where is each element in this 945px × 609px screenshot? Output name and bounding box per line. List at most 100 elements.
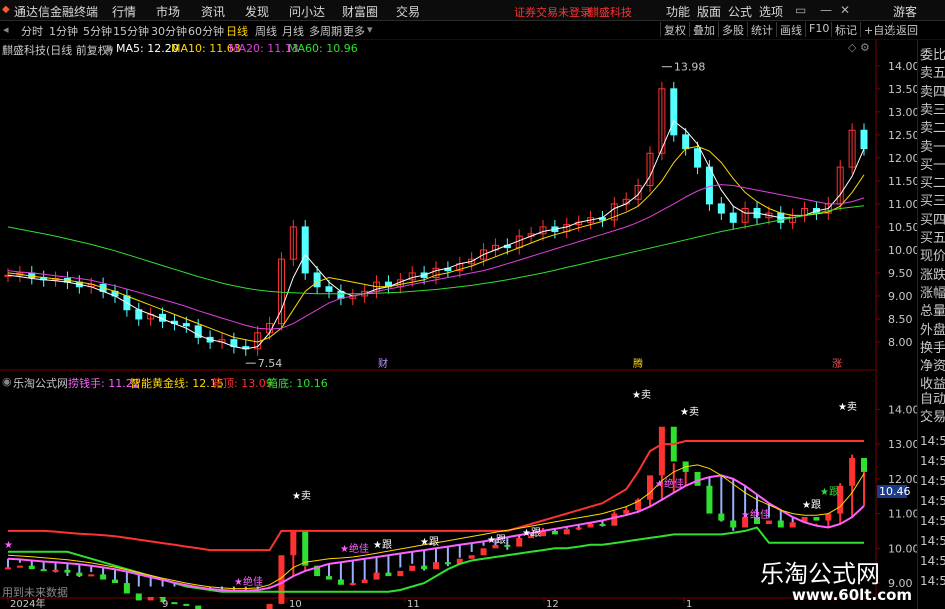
sell-signal: ★卖 <box>292 490 311 502</box>
sub-candle <box>516 537 523 547</box>
sub-candle <box>112 579 118 584</box>
trade-time: 14:56 <box>920 514 945 528</box>
trade-time: 14:56 <box>920 474 945 488</box>
follow-signal: ★跟 <box>420 536 439 548</box>
quote-field-label: 卖一 <box>920 139 945 155</box>
sub-candle <box>421 565 428 570</box>
trade-time: 14:56 <box>920 534 945 548</box>
main-y-tick-label: 13.50 <box>888 83 920 96</box>
sub-candle <box>337 579 344 585</box>
sell-signal: ★卖 <box>632 389 651 401</box>
low-marker-label: 7.54 <box>258 357 283 370</box>
sub-candle <box>28 565 35 570</box>
sub-candle <box>718 513 725 521</box>
sub-y-tick-label: 12.00 <box>888 473 920 486</box>
trade-time: 14:56 <box>920 434 945 448</box>
sub-candle <box>765 520 772 524</box>
candle-body <box>670 88 678 136</box>
sub-candle <box>706 485 713 514</box>
candle-body <box>717 203 725 214</box>
sub-candle <box>409 565 416 571</box>
sub-candle <box>611 513 618 526</box>
sub-candle <box>76 572 83 577</box>
event-tag: 财 <box>378 357 388 370</box>
x-tick-label: 11 <box>407 599 420 609</box>
candle-body <box>313 272 321 288</box>
sub-candle <box>326 576 332 580</box>
quote-field-label: 买五 <box>920 231 945 246</box>
current-value-label: 10.46 <box>879 485 911 498</box>
sub-candle <box>88 574 95 577</box>
main-y-tick-label: 12.50 <box>888 129 920 142</box>
follow-signal: ★跟 <box>487 534 506 546</box>
main-y-tick-label: 13.00 <box>888 106 920 119</box>
watermark-title: 乐淘公式网 <box>760 560 880 588</box>
sub-candle <box>849 458 856 486</box>
quote-field-label: 买三 <box>920 194 945 210</box>
sub-candle <box>5 567 11 570</box>
candle-body <box>705 166 713 205</box>
main-y-tick-label: 8.50 <box>888 313 913 326</box>
sub-candle <box>777 520 784 528</box>
x-tick-label: 10 <box>289 599 302 609</box>
sub-candle <box>623 510 630 514</box>
candle-body <box>694 148 702 168</box>
trade-time: 14:56 <box>920 494 945 508</box>
left-star-signal: ★ <box>4 540 13 551</box>
main-y-tick-label: 14.00 <box>888 60 920 73</box>
main-y-tick-label: 9.50 <box>888 267 913 280</box>
sub-candle <box>40 569 47 572</box>
sub-candle <box>658 426 665 476</box>
sub-candle <box>147 596 154 601</box>
sub-candle <box>551 530 558 535</box>
candle-body <box>182 323 190 327</box>
best-signal: ★绝佳 <box>741 508 770 521</box>
sub-candle <box>444 562 451 565</box>
follow-signal: ★跟 <box>522 527 541 539</box>
watermark: 乐淘公式网 www.60lt.com <box>752 552 912 608</box>
quote-field-label: 换手 <box>920 340 945 356</box>
charts-svg: 13.987.54 财腾涨 ★卖★卖 ★卖★卖★绝佳★绝佳★绝佳★绝佳★跟 ★跟 ★跟★… <box>0 40 920 609</box>
box-top-line <box>8 440 864 552</box>
quote-field-label: 卖三 <box>920 102 945 118</box>
sell-signal: ★卖 <box>838 401 857 413</box>
sell-signal: ★卖 <box>680 406 699 418</box>
sub-candle <box>16 565 23 568</box>
quote-field-label: 买一 <box>920 157 945 173</box>
main-candlestick-chart: 13.98 7.54 财 腾 涨 <box>4 61 868 370</box>
main-y-tick-label: 8.00 <box>888 336 913 349</box>
sub-y-tick-label: 14.00 <box>888 403 920 416</box>
quote-field-label: 买四 <box>920 212 945 228</box>
sub-candle <box>813 517 820 521</box>
quote-field-label: 卖五 <box>920 66 945 82</box>
main-y-tick-label: 9.00 <box>888 290 913 303</box>
quote-field-label: 现价 <box>920 249 945 265</box>
candle-body <box>301 226 309 274</box>
sub-candle <box>563 529 570 535</box>
auto-trade-label[interactable]: 交易 <box>920 406 945 425</box>
event-tag: 涨 <box>832 358 842 370</box>
main-y-tick-label: 11.50 <box>888 175 920 188</box>
sub-candle <box>52 569 59 572</box>
sub-candle <box>100 574 107 580</box>
sub-candle <box>789 522 796 528</box>
sub-candle <box>266 603 273 609</box>
sub-candle <box>599 524 606 526</box>
candle-body <box>325 286 333 292</box>
x-tick-label: 1 <box>686 599 692 609</box>
best-signal: ★绝佳 <box>340 542 369 555</box>
sub-candle <box>183 603 190 606</box>
sub-candle <box>480 548 487 556</box>
watermark-url: www.60lt.com <box>792 586 913 604</box>
candle-body <box>860 129 868 150</box>
x-tick-label: 9 <box>162 599 168 609</box>
main-y-tick-label: 11.00 <box>888 198 920 211</box>
auto-trade-label[interactable]: 自动 <box>920 388 945 407</box>
event-tag: 腾 <box>633 357 643 370</box>
sub-candle <box>825 513 832 521</box>
high-marker-label: 13.98 <box>674 61 706 74</box>
sub-candle <box>385 572 392 577</box>
trade-time: 14:56 <box>920 574 945 588</box>
sub-candle <box>575 527 582 530</box>
sub-candle <box>302 530 309 566</box>
